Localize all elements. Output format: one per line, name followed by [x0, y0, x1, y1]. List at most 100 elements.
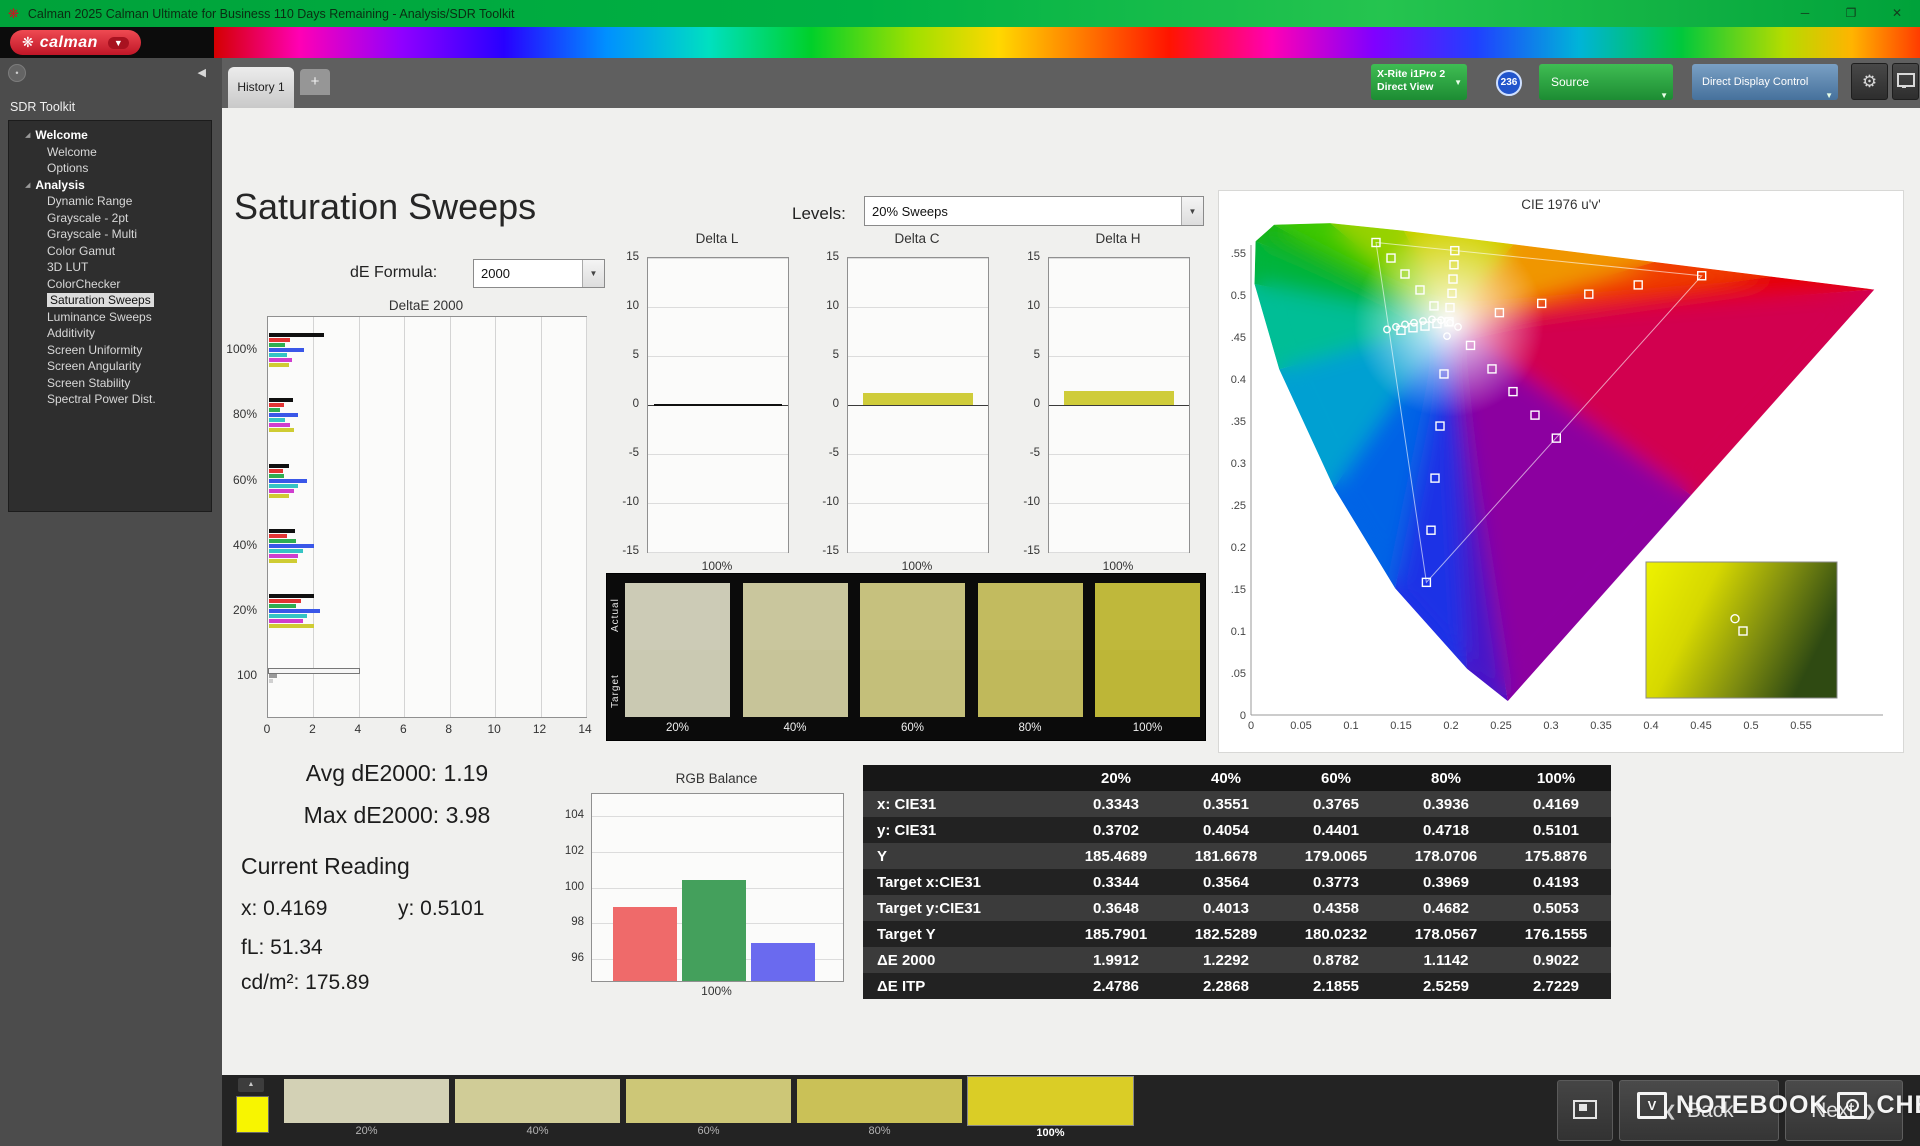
gridline — [648, 552, 788, 553]
sidebar-item-label: Screen Uniformity — [47, 342, 143, 357]
svg-text:0.15: 0.15 — [1231, 584, 1246, 596]
bar-group — [269, 669, 584, 684]
sidebar-item-spectral-power-dist-[interactable]: Spectral Power Dist. — [9, 391, 211, 408]
sidebar-item-welcome[interactable]: ◢ Welcome — [9, 127, 211, 144]
expander-icon[interactable]: ◢ — [25, 182, 30, 189]
column-header: 20% — [1061, 765, 1171, 791]
sidebar-item-dynamic-range[interactable]: Dynamic Range — [9, 193, 211, 210]
svg-text:0.3: 0.3 — [1543, 720, 1558, 732]
bar — [269, 357, 292, 362]
sidebar-item-screen-stability[interactable]: Screen Stability — [9, 375, 211, 392]
gridline — [1049, 454, 1189, 455]
sidebar-item-label: Color Gamut — [47, 243, 116, 258]
cell-value: 2.5259 — [1423, 977, 1469, 995]
sidebar-tree: ◢ Welcome Welcome Options ◢ Analysis Dynamic R… — [8, 120, 212, 512]
svg-text:0.25: 0.25 — [1490, 720, 1511, 732]
sidebar-item-grayscale-2pt[interactable]: Grayscale - 2pt — [9, 210, 211, 227]
workflow-menu-button[interactable]: • — [8, 64, 26, 82]
pattern-swatch-20%[interactable]: 20% — [284, 1079, 449, 1141]
settings-button[interactable]: ⚙ — [1851, 63, 1888, 100]
column-header — [863, 765, 1061, 791]
sidebar-item-3d-lut[interactable]: 3D LUT — [9, 259, 211, 276]
sidebar-item-options[interactable]: Options — [9, 160, 211, 177]
table-row: ΔE ITP 2.4786 2.2868 2.1855 2.5259 2.7229 — [863, 973, 1611, 999]
bar-group — [269, 594, 584, 628]
sidebar-item-colorchecker[interactable]: ColorChecker — [9, 276, 211, 293]
bar — [269, 479, 308, 483]
sidebar-item-screen-angularity[interactable]: Screen Angularity — [9, 358, 211, 375]
svg-text:0: 0 — [1240, 710, 1246, 722]
svg-text:0.55: 0.55 — [1231, 248, 1246, 260]
sidebar-item-additivity[interactable]: Additivity — [9, 325, 211, 342]
pattern-window-button[interactable] — [1557, 1080, 1613, 1141]
cell-value: 175.8876 — [1524, 847, 1588, 865]
current-pattern-swatch[interactable] — [236, 1096, 269, 1133]
meter-selector[interactable]: X-Rite i1Pro 2 Direct View ▼ — [1371, 64, 1467, 100]
swatch-row-label-target: Target — [610, 674, 621, 708]
display-button[interactable] — [1892, 63, 1919, 100]
gridline — [648, 258, 788, 259]
swatch-color — [1095, 583, 1200, 717]
display-control-selector[interactable]: Direct Display Control ▼ — [1692, 64, 1838, 100]
source-label: Source — [1551, 75, 1590, 89]
calman-logo-text: calman — [39, 33, 98, 51]
cell-value: 0.5101 — [1533, 821, 1579, 839]
brand-bar: ❋ calman ▼ — [0, 27, 1920, 58]
back-label: Back — [1686, 1098, 1734, 1122]
de-formula-dropdown[interactable]: 2000 ▼ — [473, 259, 605, 288]
source-selector[interactable]: Source ▼ — [1539, 64, 1673, 100]
collapse-sidebar-icon[interactable]: ◀ — [198, 66, 206, 79]
sidebar-item-analysis[interactable]: ◢ Analysis — [9, 177, 211, 194]
expand-patterns-button[interactable]: ▲ — [238, 1078, 264, 1092]
add-tab-button[interactable]: + — [300, 69, 330, 95]
next-button[interactable]: Next ❯ — [1785, 1080, 1903, 1141]
cell-value: 181.6678 — [1194, 847, 1258, 865]
maximize-icon[interactable]: ❐ — [1828, 0, 1874, 27]
sidebar-item-luminance-sweeps[interactable]: Luminance Sweeps — [9, 309, 211, 326]
bar — [269, 413, 299, 417]
axis-tick-label: 80% — [232, 407, 257, 421]
gridline — [449, 317, 451, 717]
cie-panel: CIE 1976 u'v' 0 0.05 0.1 0.15 0.2 0.25 0… — [1218, 190, 1904, 753]
cell-value: 0.4682 — [1423, 899, 1469, 917]
pattern-swatch-40%[interactable]: 40% — [455, 1079, 620, 1141]
deltae-title: DeltaE 2000 — [388, 298, 464, 313]
cell-value: 0.3344 — [1093, 873, 1139, 891]
back-button[interactable]: ❮ Back — [1619, 1080, 1779, 1141]
bar — [269, 347, 304, 352]
axis-tick-label: 0 — [263, 722, 271, 736]
bar-group — [269, 332, 584, 367]
sidebar-item-color-gamut[interactable]: Color Gamut — [9, 243, 211, 260]
row-label: y: CIE31 — [877, 821, 937, 839]
cell-value: 0.3765 — [1313, 795, 1359, 813]
sidebar-item-grayscale-multi[interactable]: Grayscale - Multi — [9, 226, 211, 243]
close-icon[interactable]: ✕ — [1874, 0, 1920, 27]
levels-dropdown[interactable]: 20% Sweeps ▼ — [864, 196, 1204, 226]
pattern-swatch-100%[interactable]: 100% — [967, 1076, 1134, 1141]
sidebar-item-screen-uniformity[interactable]: Screen Uniformity — [9, 342, 211, 359]
tab-history-1[interactable]: History 1 — [228, 67, 294, 108]
bar — [269, 352, 287, 357]
minimize-icon[interactable]: ─ — [1782, 0, 1828, 27]
axis-tick-label: 2 — [309, 722, 316, 736]
calman-menu-button[interactable]: ❋ calman ▼ — [10, 30, 141, 55]
axis-tick-label: 4 — [354, 722, 362, 736]
sidebar-item-saturation-sweeps[interactable]: Saturation Sweeps — [9, 292, 211, 309]
swatch-label: 100% — [1132, 722, 1163, 734]
cie-chart: 0 0.05 0.1 0.15 0.2 0.25 0.3 0.35 0.4 0.45 0.5 0.55… — [1231, 223, 1883, 732]
meter-count-badge[interactable]: 236 — [1496, 70, 1522, 96]
up-arrow-icon: ▲ — [247, 1081, 255, 1088]
expander-icon[interactable]: ◢ — [25, 132, 30, 139]
swatch-panel: Actual Target 20% 40% 60% 80% 100% — [606, 573, 1206, 741]
delta-c-plot — [847, 257, 989, 553]
cell-value: 0.5053 — [1533, 899, 1579, 917]
pattern-swatch-60%[interactable]: 60% — [626, 1079, 791, 1141]
svg-text:0.15: 0.15 — [1390, 720, 1411, 732]
gridline — [495, 317, 497, 717]
delta-h-chart: Delta H 15 10 5 0 -5 -10 -15 100% — [1018, 231, 1190, 581]
pattern-swatch-80%[interactable]: 80% — [797, 1079, 962, 1141]
axis-tick-label: 0 — [1033, 398, 1040, 410]
sidebar-item-welcome[interactable]: Welcome — [9, 144, 211, 161]
series-line — [654, 404, 782, 406]
bar — [269, 428, 294, 432]
